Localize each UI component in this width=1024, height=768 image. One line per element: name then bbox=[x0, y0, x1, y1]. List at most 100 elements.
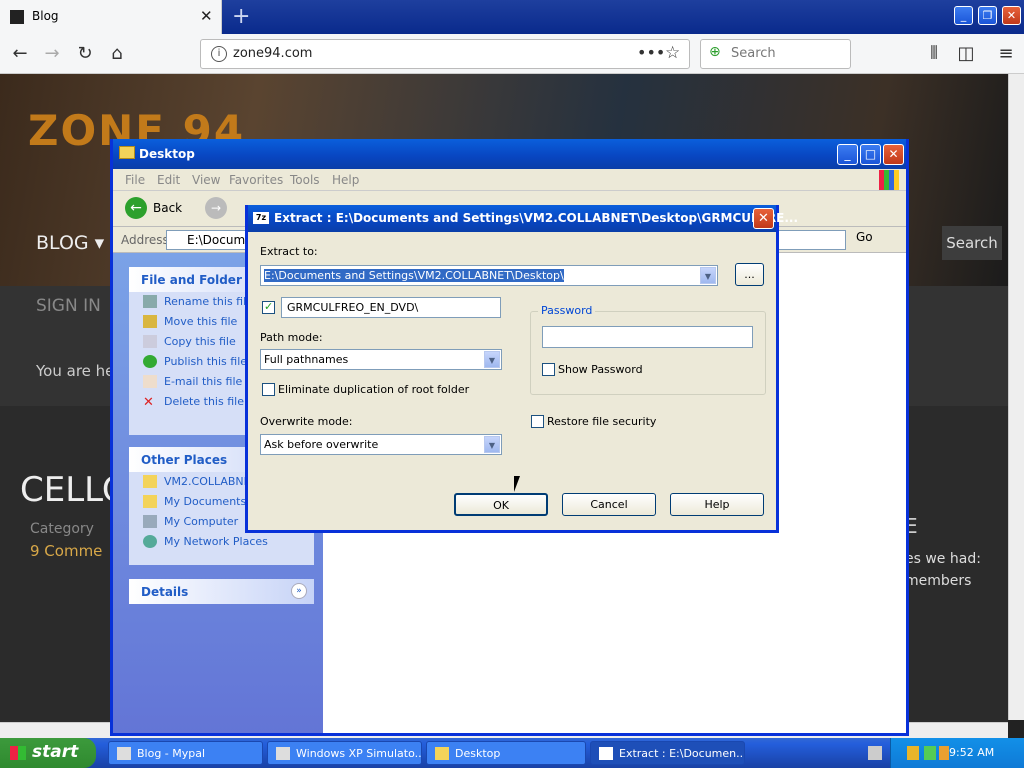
task-desktop[interactable]: Desktop bbox=[426, 741, 586, 765]
site-search-button[interactable]: Search bbox=[942, 226, 1002, 260]
help-button[interactable]: Help bbox=[670, 493, 764, 516]
explorer-title: Desktop bbox=[139, 147, 195, 161]
path-mode-select[interactable]: Full pathnames ▼ bbox=[260, 349, 502, 370]
close-tab-icon[interactable]: ✕ bbox=[200, 7, 213, 25]
explorer-menu-bar: File Edit View Favorites Tools Help bbox=[113, 169, 906, 191]
back-icon[interactable]: ← bbox=[8, 42, 32, 66]
ok-button[interactable]: OK bbox=[454, 493, 548, 516]
show-password-checkbox[interactable] bbox=[542, 363, 555, 376]
search-placeholder: Search bbox=[731, 46, 776, 61]
app-icon bbox=[276, 747, 290, 760]
windows-flag-icon bbox=[10, 746, 26, 760]
system-tray: 9:52 AM bbox=[890, 738, 1024, 768]
restore-security-checkbox[interactable] bbox=[531, 415, 544, 428]
dialog-close-icon[interactable]: ✕ bbox=[753, 208, 774, 229]
cancel-button[interactable]: Cancel bbox=[562, 493, 656, 516]
search-engine-icon: ⊕ bbox=[709, 44, 721, 60]
url-text: zone94.com bbox=[233, 46, 313, 61]
tab-title: Blog bbox=[32, 9, 59, 23]
subfolder-checkbox[interactable] bbox=[262, 300, 275, 314]
extract-dialog: 7z Extract : E:\Documents and Settings\V… bbox=[245, 205, 798, 533]
start-button[interactable]: start bbox=[0, 738, 96, 768]
taskbar: start Blog - Mypal Windows XP Simulato..… bbox=[0, 738, 1024, 768]
vertical-scrollbar[interactable] bbox=[1008, 74, 1024, 720]
maximize-icon[interactable]: □ bbox=[860, 144, 881, 165]
explorer-title-bar[interactable]: Desktop _ □ ✕ bbox=[113, 139, 906, 169]
menu-blog[interactable]: BLOG ▾ bbox=[36, 232, 104, 254]
browse-button[interactable]: ... bbox=[735, 263, 764, 286]
sidebar-text: es we had: members bbox=[905, 551, 981, 589]
menu-sign-in[interactable]: SIGN IN bbox=[36, 296, 101, 316]
restore-icon[interactable]: ❐ bbox=[978, 6, 997, 25]
library-icon[interactable]: ⫴ bbox=[922, 42, 946, 66]
chevron-down-icon[interactable]: ▼ bbox=[700, 267, 716, 284]
details-title[interactable]: Details bbox=[129, 579, 314, 604]
extract-to-combo[interactable]: E:\Documents and Settings\VM2.COLLABNET\… bbox=[260, 265, 718, 286]
minimize-icon[interactable]: _ bbox=[837, 144, 858, 165]
place-my-network[interactable]: My Network Places bbox=[129, 532, 314, 552]
network-icon bbox=[143, 535, 157, 548]
show-password-label[interactable]: Show Password bbox=[558, 363, 643, 376]
menu-file[interactable]: File bbox=[125, 173, 145, 187]
hamburger-menu-icon[interactable]: ≡ bbox=[994, 42, 1018, 66]
restore-security-label[interactable]: Restore file security bbox=[547, 415, 656, 428]
7zip-icon: 7z bbox=[253, 212, 269, 224]
page-actions-icon[interactable]: ••• bbox=[637, 43, 665, 62]
reload-icon[interactable]: ↻ bbox=[73, 42, 97, 66]
new-tab-button[interactable]: + bbox=[232, 4, 250, 29]
chevron-down-icon[interactable]: ▼ bbox=[484, 351, 500, 368]
post-category[interactable]: Category bbox=[30, 521, 94, 537]
rename-icon bbox=[143, 295, 157, 308]
eliminate-duplication-checkbox[interactable] bbox=[262, 383, 275, 396]
windows-logo-icon bbox=[879, 170, 899, 190]
forward-icon[interactable]: → bbox=[40, 42, 64, 66]
sidebar-icon[interactable]: ◫ bbox=[954, 42, 978, 66]
menu-favorites[interactable]: Favorites bbox=[229, 173, 283, 187]
shield-icon[interactable] bbox=[907, 746, 919, 760]
breadcrumb: You are her bbox=[36, 362, 121, 380]
folder-icon bbox=[143, 475, 157, 488]
close-icon[interactable]: ✕ bbox=[883, 144, 904, 165]
url-bar[interactable]: i zone94.com ••• ☆ bbox=[200, 39, 690, 69]
menu-view[interactable]: View bbox=[192, 173, 220, 187]
password-group bbox=[530, 311, 766, 395]
search-input[interactable]: ⊕ Search bbox=[700, 39, 851, 69]
window-close-icon[interactable]: ✕ bbox=[1002, 6, 1021, 25]
menu-tools[interactable]: Tools bbox=[290, 173, 320, 187]
mouse-cursor-icon bbox=[514, 476, 520, 492]
overwrite-mode-select[interactable]: Ask before overwrite ▼ bbox=[260, 434, 502, 455]
forward-icon[interactable]: → bbox=[205, 197, 227, 219]
task-blog-mypal[interactable]: Blog - Mypal bbox=[108, 741, 263, 765]
move-icon bbox=[143, 315, 157, 328]
info-icon[interactable]: i bbox=[211, 46, 227, 62]
go-button[interactable]: Go bbox=[856, 230, 873, 244]
folder-icon bbox=[119, 146, 135, 159]
email-icon bbox=[143, 375, 157, 388]
address-label: Address bbox=[121, 233, 169, 247]
back-label[interactable]: Back bbox=[153, 201, 182, 215]
post-comments[interactable]: 9 Comme bbox=[30, 542, 102, 560]
expand-chevron-icon[interactable]: » bbox=[291, 583, 307, 599]
keyboard-icon[interactable] bbox=[868, 746, 882, 760]
clock[interactable]: 9:52 AM bbox=[949, 746, 994, 759]
tab-blog[interactable]: Blog ✕ bbox=[0, 0, 222, 34]
menu-help[interactable]: Help bbox=[332, 173, 359, 187]
delete-icon: ✕ bbox=[143, 395, 154, 410]
minimize-icon[interactable]: _ bbox=[954, 6, 973, 25]
bookmark-star-icon[interactable]: ☆ bbox=[665, 43, 680, 63]
task-extract[interactable]: Extract : E:\Documen... bbox=[590, 741, 745, 765]
path-mode-label: Path mode: bbox=[260, 331, 323, 344]
network-tray-icon[interactable] bbox=[924, 746, 936, 760]
task-xp-simulator[interactable]: Windows XP Simulato... bbox=[267, 741, 422, 765]
home-icon[interactable]: ⌂ bbox=[105, 42, 129, 66]
subfolder-input[interactable]: GRMCULFREO_EN_DVD\ bbox=[281, 297, 501, 318]
chevron-down-icon[interactable]: ▼ bbox=[484, 436, 500, 453]
app-icon bbox=[117, 747, 131, 760]
back-icon[interactable]: ← bbox=[125, 197, 147, 219]
dialog-title-bar[interactable]: 7z Extract : E:\Documents and Settings\V… bbox=[248, 205, 798, 232]
eliminate-duplication-label[interactable]: Eliminate duplication of root folder bbox=[278, 383, 469, 396]
menu-edit[interactable]: Edit bbox=[157, 173, 180, 187]
extract-to-label: Extract to: bbox=[260, 245, 318, 258]
search-tray-icon[interactable] bbox=[939, 746, 949, 760]
password-input[interactable] bbox=[542, 326, 753, 348]
